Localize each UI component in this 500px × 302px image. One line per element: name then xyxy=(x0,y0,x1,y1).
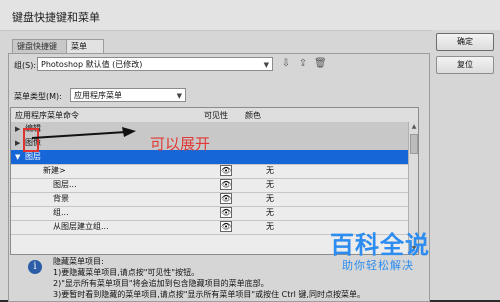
chevron-down-icon: ▼ xyxy=(263,61,269,69)
menu-type-select[interactable]: 应用程序菜单 ▼ xyxy=(70,88,186,102)
row-label: 背景 xyxy=(53,194,69,203)
column-header-visibility: 可见性 xyxy=(204,111,228,120)
column-header-command: 应用程序菜单命令 xyxy=(15,111,79,120)
row-label: 图层 xyxy=(25,152,41,161)
table-row[interactable]: 新建> 👁 无 xyxy=(11,164,408,179)
ok-button[interactable]: 确定 xyxy=(436,33,494,51)
info-icon: i xyxy=(28,260,42,274)
tab-keyboard-shortcuts[interactable]: 键盘快捷键 xyxy=(12,39,72,53)
save-set-icon[interactable]: ⇩ xyxy=(280,58,292,69)
set-select-value: Photoshop 默认值 (已修改) xyxy=(41,60,143,69)
window-title: 键盘快捷键和菜单 xyxy=(12,11,100,24)
scroll-thumb[interactable] xyxy=(410,134,418,154)
visibility-eye-icon[interactable]: 👁 xyxy=(220,193,232,204)
watermark-title: 百科全说 xyxy=(330,231,430,259)
info-line: 3)要暂时看到隐藏的菜单项目,请点按"显示所有菜单项目"或按住 Ctrl 键,同… xyxy=(53,290,365,299)
annotation-text: 可以展开 xyxy=(150,135,211,153)
table-header: 应用程序菜单命令 可见性 颜色 xyxy=(11,108,418,123)
set-label: 组(S): xyxy=(14,61,37,70)
menu-type-label: 菜单类型(M): xyxy=(14,92,62,101)
collapse-triangle-icon[interactable]: ▼ xyxy=(15,150,20,164)
new-set-icon[interactable]: ⇪ xyxy=(297,58,309,69)
info-line: 2)"显示所有菜单项目"将会追加到包含隐藏项目的菜单底部。 xyxy=(53,279,269,288)
visibility-eye-icon[interactable]: 👁 xyxy=(220,207,232,218)
scroll-up-icon[interactable]: ▲ xyxy=(409,122,418,132)
row-label: 图层... xyxy=(53,180,77,189)
info-line: 隐藏菜单项目: xyxy=(53,257,104,266)
chevron-down-icon: ▼ xyxy=(176,92,182,100)
title-bar: 键盘快捷键和菜单 xyxy=(0,0,500,31)
delete-set-icon[interactable]: 🗑 xyxy=(314,58,327,69)
row-color[interactable]: 无 xyxy=(266,220,274,234)
visibility-eye-icon[interactable]: 👁 xyxy=(220,179,232,190)
annotation-arrow-icon xyxy=(31,127,136,139)
row-color[interactable]: 无 xyxy=(266,164,274,178)
visibility-eye-icon[interactable]: 👁 xyxy=(220,221,232,232)
menu-type-value: 应用程序菜单 xyxy=(74,91,122,100)
row-label: 组... xyxy=(53,208,69,217)
row-color[interactable]: 无 xyxy=(266,192,274,206)
visibility-eye-icon[interactable]: 👁 xyxy=(220,165,232,176)
row-color[interactable]: 无 xyxy=(266,178,274,192)
set-select[interactable]: Photoshop 默认值 (已修改) ▼ xyxy=(37,57,273,71)
table-row[interactable]: 图层... 👁 无 xyxy=(11,178,408,193)
expand-triangle-icon[interactable]: ▶ xyxy=(15,136,20,150)
info-text: 隐藏菜单项目: 1)要隐藏菜单项目,请点按"可见性"按钮。 2)"显示所有菜单项… xyxy=(53,256,365,300)
table-row[interactable]: 组... 👁 无 xyxy=(11,206,408,221)
row-label: 从图层建立组... xyxy=(53,222,109,231)
watermark-subtitle: 助你轻松解决 xyxy=(342,259,414,272)
reset-button[interactable]: 复位 xyxy=(436,56,494,74)
row-color[interactable]: 无 xyxy=(266,206,274,220)
expand-triangle-icon[interactable]: ▶ xyxy=(15,122,20,136)
table-row[interactable]: 背景 👁 无 xyxy=(11,192,408,207)
row-label: 新建> xyxy=(43,166,66,175)
info-line: 1)要隐藏菜单项目,请点按"可见性"按钮。 xyxy=(53,268,200,277)
column-header-color: 颜色 xyxy=(245,111,261,120)
keyboard-shortcuts-dialog: 键盘快捷键和菜单 确定 复位 键盘快捷键 菜单 组(S): Photoshop … xyxy=(0,0,500,302)
tab-menus[interactable]: 菜单 xyxy=(66,39,104,53)
watermark: 百科全说 助你轻松解决 xyxy=(330,225,495,275)
